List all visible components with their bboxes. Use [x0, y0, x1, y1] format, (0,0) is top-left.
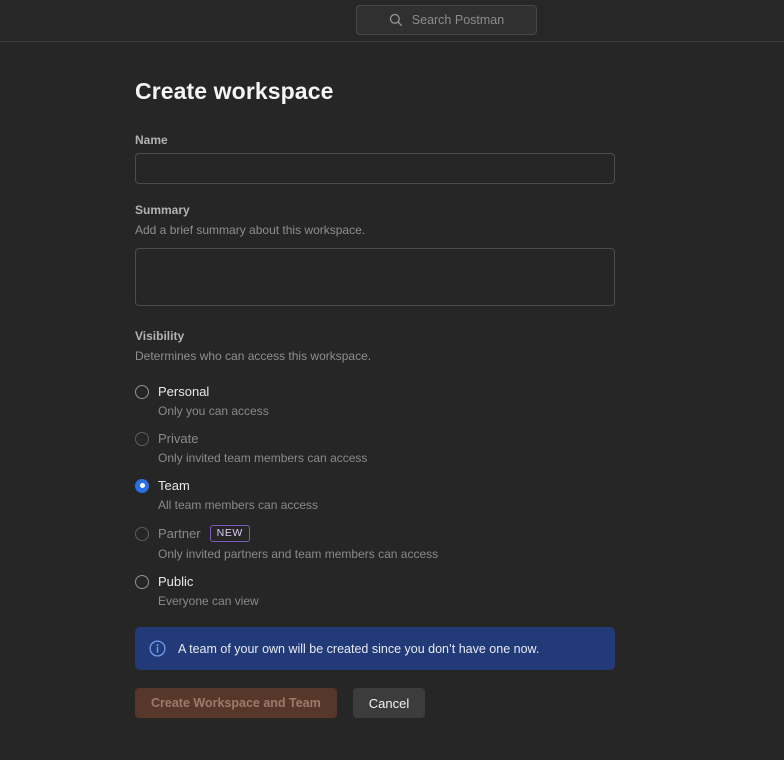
visibility-help-text: Determines who can access this workspace…: [135, 349, 615, 363]
radio-description: All team members can access: [135, 493, 615, 515]
summary-textarea[interactable]: [135, 248, 615, 306]
radio-unselected-icon[interactable]: [135, 385, 149, 399]
form-actions: Create Workspace and Team Cancel: [135, 688, 615, 718]
name-field-group: Name: [135, 133, 615, 184]
create-workspace-page: Create workspace Name Summary Add a brie…: [0, 42, 615, 718]
summary-field-group: Summary Add a brief summary about this w…: [135, 203, 615, 306]
search-icon: [389, 13, 403, 27]
radio-description: Only invited team members can access: [135, 446, 615, 468]
radio-label: Public: [158, 574, 193, 589]
visibility-option-partner[interactable]: Partner NEW Only invited partners and te…: [135, 515, 615, 564]
radio-label: Partner: [158, 526, 201, 541]
radio-label: Private: [158, 431, 198, 446]
new-badge: NEW: [210, 525, 250, 542]
radio-unselected-icon[interactable]: [135, 432, 149, 446]
radio-label: Team: [158, 478, 190, 493]
visibility-option-private[interactable]: Private Only invited team members can ac…: [135, 421, 615, 468]
name-input[interactable]: [135, 153, 615, 184]
radio-description: Everyone can view: [135, 589, 615, 611]
radio-description: Only invited partners and team members c…: [135, 542, 615, 564]
team-info-banner: A team of your own will be created since…: [135, 627, 615, 670]
summary-help-text: Add a brief summary about this workspace…: [135, 223, 615, 237]
visibility-option-personal[interactable]: Personal Only you can access: [135, 374, 615, 421]
name-label: Name: [135, 133, 615, 147]
search-input[interactable]: Search Postman: [356, 5, 537, 35]
summary-label: Summary: [135, 203, 615, 217]
radio-description: Only you can access: [135, 399, 615, 421]
visibility-option-team[interactable]: Team All team members can access: [135, 468, 615, 515]
search-placeholder: Search Postman: [412, 13, 504, 27]
radio-unselected-icon[interactable]: [135, 527, 149, 541]
visibility-field-group: Visibility Determines who can access thi…: [135, 329, 615, 611]
top-bar: Search Postman: [0, 0, 784, 42]
radio-unselected-icon[interactable]: [135, 575, 149, 589]
radio-selected-icon[interactable]: [135, 479, 149, 493]
visibility-option-public[interactable]: Public Everyone can view: [135, 564, 615, 611]
radio-label: Personal: [158, 384, 209, 399]
cancel-button[interactable]: Cancel: [353, 688, 425, 718]
create-workspace-and-team-button[interactable]: Create Workspace and Team: [135, 688, 337, 718]
info-icon: [149, 640, 166, 657]
banner-text: A team of your own will be created since…: [178, 642, 539, 656]
page-title: Create workspace: [135, 78, 615, 105]
visibility-label: Visibility: [135, 329, 615, 343]
